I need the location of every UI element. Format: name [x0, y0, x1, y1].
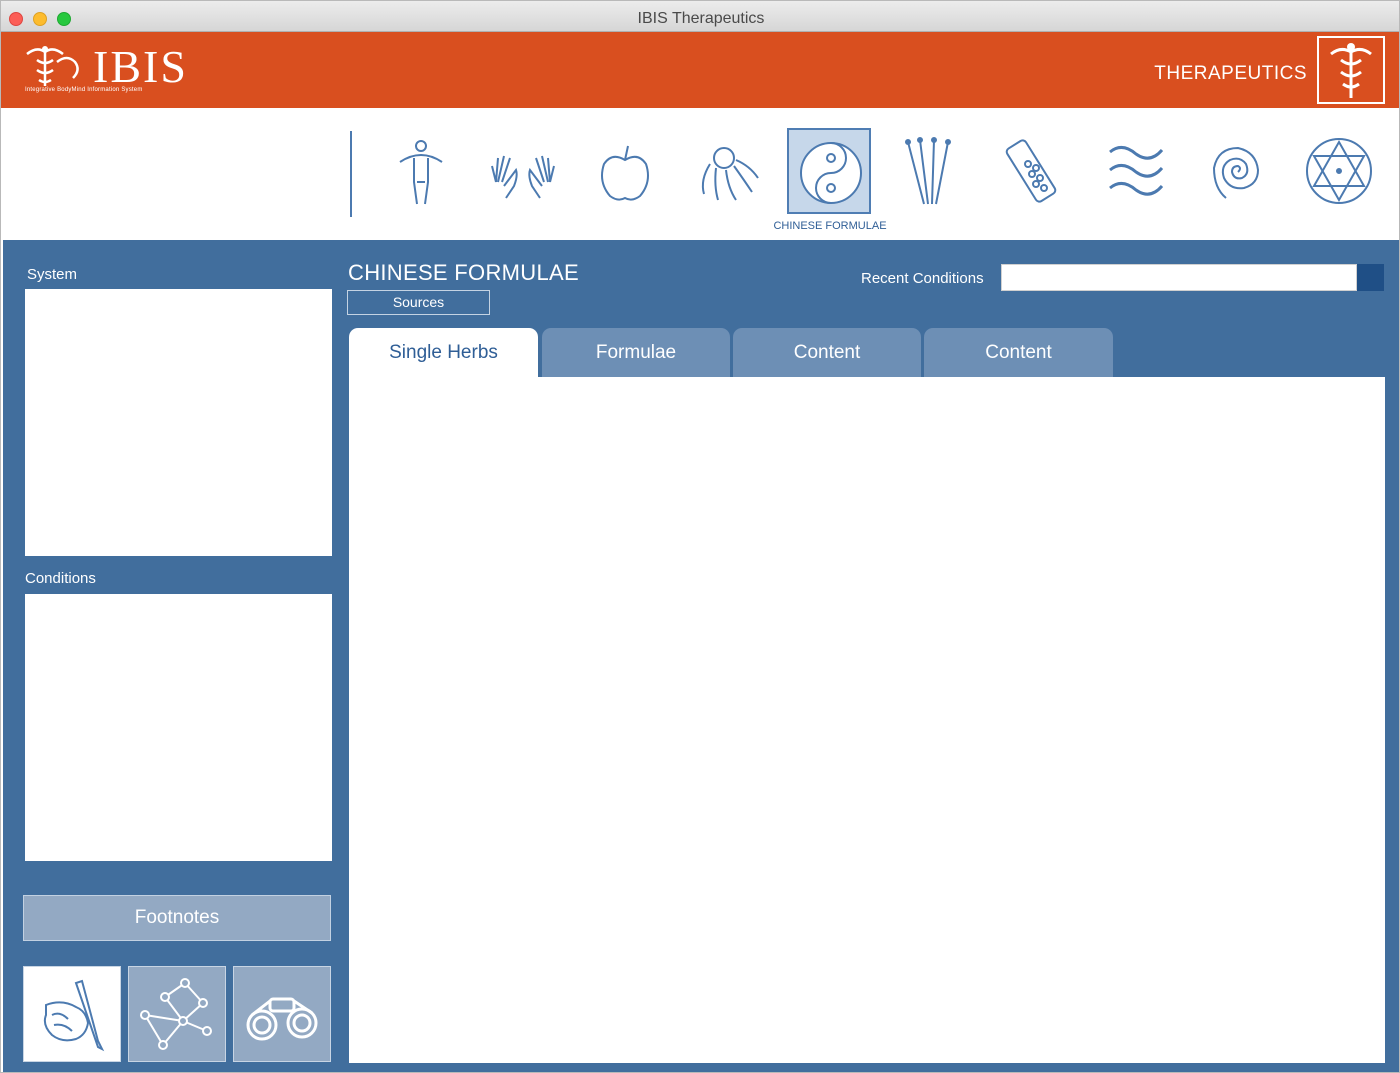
system-label: System [27, 266, 78, 283]
logo-subtitle: Integrative BodyMind Information System [25, 87, 143, 93]
conditions-label: Conditions [25, 570, 96, 587]
footnotes-button[interactable]: Footnotes [23, 895, 331, 941]
body-figure-icon[interactable] [379, 128, 463, 214]
homeopathy-vial-icon[interactable] [991, 128, 1075, 214]
system-list[interactable] [25, 289, 332, 556]
hands-icon[interactable] [481, 128, 565, 214]
network-button[interactable] [128, 966, 226, 1062]
sources-button[interactable]: Sources [347, 290, 490, 315]
work-area: System Conditions Footnotes CHINESE FORM… [3, 240, 1399, 1072]
tab-content-2[interactable]: Content [924, 328, 1113, 377]
section-title: CHINESE FORMULAE [348, 260, 579, 285]
apple-icon[interactable] [583, 128, 667, 214]
app-header: IBIS Integrative BodyMind Information Sy… [1, 32, 1399, 108]
conditions-list[interactable] [25, 594, 332, 861]
yin-yang-icon[interactable] [787, 128, 871, 214]
flower-icon[interactable] [685, 128, 769, 214]
recent-conditions-dropdown-button[interactable] [1357, 264, 1384, 291]
tab-formulae[interactable]: Formulae [542, 328, 730, 377]
tab-content-1[interactable]: Content [733, 328, 921, 377]
search-button[interactable] [233, 966, 331, 1062]
recent-conditions-input[interactable] [1001, 264, 1357, 291]
tab-single-herbs[interactable]: Single Herbs [349, 328, 538, 377]
ibis-logo: IBIS Integrative BodyMind Information Sy… [23, 44, 186, 100]
module-name: THERAPEUTICS [1154, 63, 1307, 84]
window-title: IBIS Therapeutics [637, 10, 765, 27]
therapeutics-caduceus-icon [1317, 36, 1385, 104]
recent-conditions-label: Recent Conditions [861, 270, 984, 287]
tab-content-area [349, 377, 1385, 1063]
waves-icon[interactable] [1093, 128, 1177, 214]
notes-button[interactable] [23, 966, 121, 1062]
toolbar-divider [350, 131, 352, 217]
therapy-toolbar: CHINESE FORMULAE [1, 108, 1399, 240]
pen-hand-icon [43, 979, 105, 1052]
title-bar: IBIS Therapeutics [1, 1, 1399, 32]
logo-wordmark: IBIS [93, 41, 188, 92]
acupuncture-needles-icon[interactable] [889, 128, 973, 214]
binoculars-icon [246, 997, 318, 1041]
star-circle-icon[interactable] [1297, 128, 1381, 214]
caduceus-logo-icon [26, 46, 79, 86]
active-therapy-label: CHINESE FORMULAE [773, 220, 887, 232]
app-window: IBIS Therapeutics IBIS Integrative BodyM… [0, 0, 1400, 1073]
spiral-icon[interactable] [1195, 128, 1279, 214]
network-icon [140, 978, 212, 1050]
